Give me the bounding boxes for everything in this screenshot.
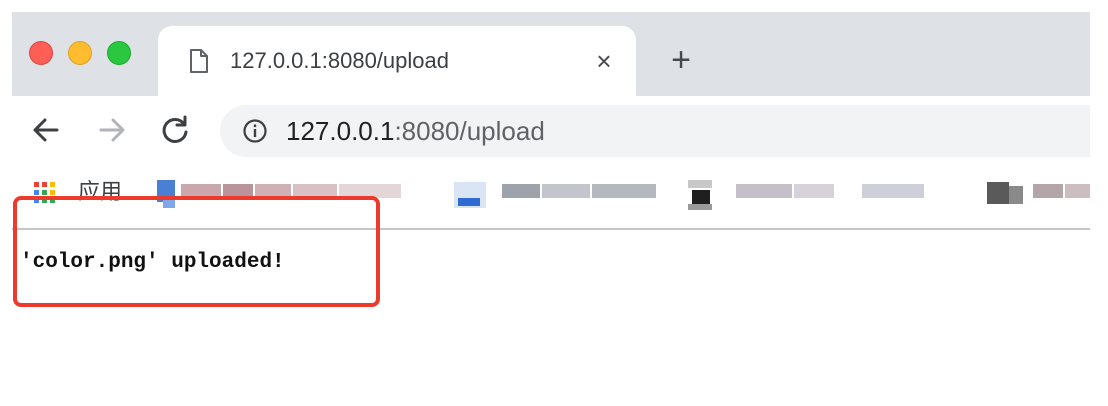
bookmark-item[interactable] bbox=[454, 176, 664, 216]
close-window-button[interactable] bbox=[29, 41, 53, 65]
close-tab-icon[interactable]: × bbox=[590, 47, 618, 75]
page-content: 'color.png' uploaded! bbox=[12, 230, 1090, 400]
tab-title: 127.0.0.1:8080/upload bbox=[230, 48, 449, 73]
upload-status-message: 'color.png' uploaded! bbox=[20, 251, 285, 274]
apps-grid-icon[interactable] bbox=[34, 182, 58, 206]
bookmark-item[interactable] bbox=[157, 176, 407, 216]
url-path: :8080/upload bbox=[394, 116, 545, 146]
page-icon bbox=[190, 49, 208, 73]
url-text: 127.0.0.1:8080/upload bbox=[286, 116, 545, 146]
bookmarks-bar: 应用 bbox=[12, 166, 1090, 228]
tab-strip: 127.0.0.1:8080/upload × + bbox=[12, 12, 1090, 96]
tab-upload[interactable]: 127.0.0.1:8080/upload × bbox=[158, 26, 636, 96]
info-icon[interactable] bbox=[242, 118, 268, 144]
browser-window: 127.0.0.1:8080/upload × + 127.0.0.1:8080… bbox=[12, 12, 1090, 230]
toolbar: 127.0.0.1:8080/upload bbox=[12, 96, 1090, 166]
maximize-window-button[interactable] bbox=[107, 41, 131, 65]
bookmark-item[interactable] bbox=[684, 176, 954, 216]
forward-arrow-icon[interactable] bbox=[95, 113, 129, 147]
minimize-window-button[interactable] bbox=[68, 41, 92, 65]
reload-icon[interactable] bbox=[158, 113, 192, 147]
apps-label[interactable]: 应用 bbox=[78, 179, 122, 207]
back-arrow-icon[interactable] bbox=[29, 113, 63, 147]
bookmark-item[interactable] bbox=[987, 176, 1090, 216]
address-bar[interactable]: 127.0.0.1:8080/upload bbox=[220, 105, 1090, 157]
screenshot: 127.0.0.1:8080/upload × + 127.0.0.1:8080… bbox=[0, 0, 1108, 406]
new-tab-button[interactable]: + bbox=[666, 43, 696, 77]
url-host: 127.0.0.1 bbox=[286, 116, 395, 146]
